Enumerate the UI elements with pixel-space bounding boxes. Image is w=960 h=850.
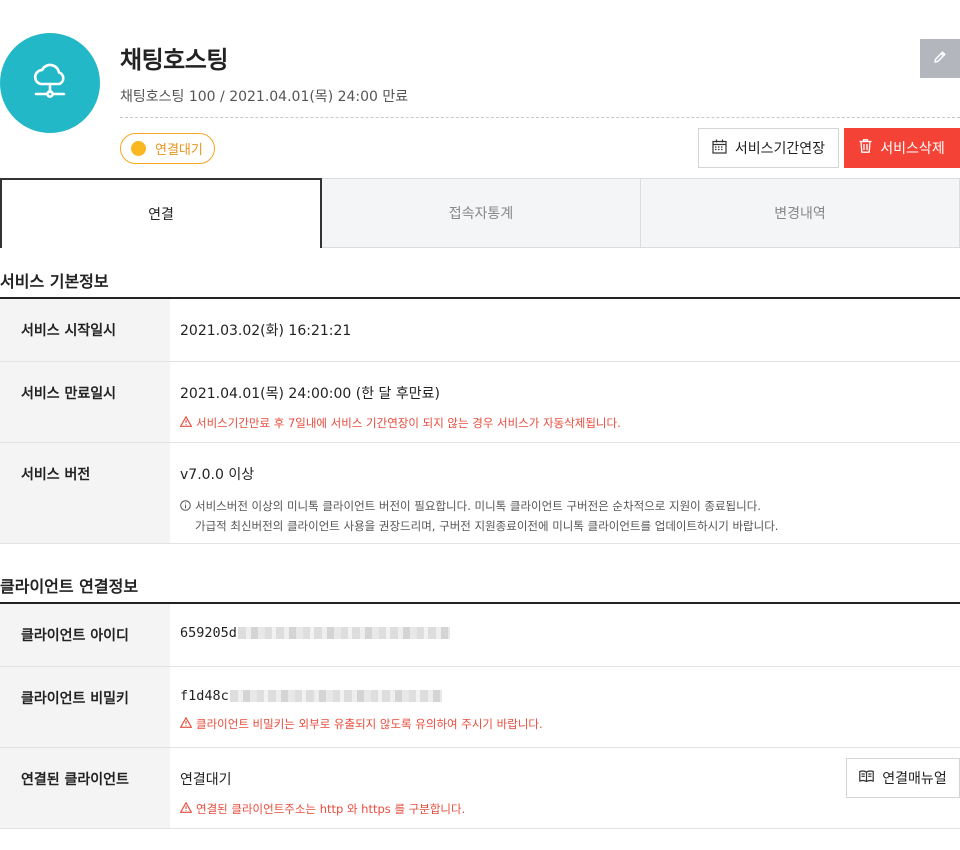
expiry-value: 2021.04.01(목) 24:00:00 (한 달 후만료) [180, 386, 440, 402]
tab-change-history[interactable]: 변경내역 [641, 178, 960, 248]
pencil-icon [933, 49, 947, 68]
status-label: 연결대기 [155, 143, 203, 158]
connected-client-value: 연결대기 [180, 772, 232, 788]
basic-info-table: 서비스 시작일시 2021.03.02(화) 16:21:21 서비스 만료일시… [0, 297, 960, 544]
warning-message: 클라이언트 비밀키는 외부로 유출되지 않도록 유의하여 주시기 바랍니다. [179, 716, 960, 732]
info-text-line2: 가급적 최신버전의 클라이언트 사용을 권장드리며, 구버전 지원종료이전에 미… [195, 519, 779, 533]
delete-service-label: 서비스삭제 [880, 141, 945, 157]
row-label: 서비스 만료일시 [0, 362, 170, 442]
row-value: 659205d [170, 604, 960, 666]
row-label: 서비스 시작일시 [0, 299, 170, 361]
client-secret-value: f1d48c [180, 688, 229, 704]
cloud-network-icon [28, 59, 72, 107]
row-value: 2021.04.01(목) 24:00:00 (한 달 후만료) 서비스기간만료… [170, 362, 960, 442]
client-info-table: 클라이언트 아이디 659205d 클라이언트 비밀키 f1d48c 클라이언트… [0, 602, 960, 829]
delete-service-button[interactable]: 서비스삭제 [844, 128, 960, 168]
warning-text: 클라이언트 비밀키는 외부로 유출되지 않도록 유의하여 주시기 바랍니다. [196, 717, 543, 731]
header-divider [120, 117, 960, 118]
table-row: 서비스 시작일시 2021.03.02(화) 16:21:21 [0, 299, 960, 362]
table-row: 클라이언트 비밀키 f1d48c 클라이언트 비밀키는 외부로 유출되지 않도록… [0, 667, 960, 748]
tab-bar: 연결 접속자통계 변경내역 [0, 178, 960, 248]
row-label: 클라이언트 아이디 [0, 604, 170, 666]
extend-service-label: 서비스기간연장 [734, 141, 826, 157]
table-row: 서비스 만료일시 2021.04.01(목) 24:00:00 (한 달 후만료… [0, 362, 960, 443]
row-value: 연결대기 연결된 클라이언트주소는 http 와 https 를 구분합니다. … [170, 748, 960, 828]
service-subtitle: 채팅호스팅 100 / 2021.04.01(목) 24:00 만료 [120, 89, 409, 105]
status-dot-icon [131, 141, 146, 156]
table-row: 서비스 버전 v7.0.0 이상 서비스버전 이상의 미니톡 클라이언트 버전이… [0, 443, 960, 544]
redacted-blur [229, 690, 442, 702]
row-label: 클라이언트 비밀키 [0, 667, 170, 747]
table-row: 연결된 클라이언트 연결대기 연결된 클라이언트주소는 http 와 https… [0, 748, 960, 829]
warning-text: 서비스기간만료 후 7일내에 서비스 기간연장이 되지 않는 경우 서비스가 자… [196, 416, 621, 430]
tab-connection[interactable]: 연결 [0, 178, 322, 248]
connection-manual-button[interactable]: 연결매뉴얼 [846, 758, 960, 798]
info-icon [180, 496, 195, 536]
info-text-line1: 서비스버전 이상의 미니톡 클라이언트 버전이 필요합니다. 미니톡 클라이언트… [195, 499, 761, 513]
redacted-blur [237, 627, 450, 639]
status-badge: 연결대기 [120, 133, 215, 164]
warning-text: 연결된 클라이언트주소는 http 와 https 를 구분합니다. [196, 802, 466, 816]
basic-info-title: 서비스 기본정보 [0, 272, 109, 291]
warning-message: 서비스기간만료 후 7일내에 서비스 기간연장이 되지 않는 경우 서비스가 자… [179, 415, 960, 431]
book-icon [859, 770, 882, 786]
version-value: v7.0.0 이상 [180, 467, 255, 483]
warning-message: 연결된 클라이언트주소는 http 와 https 를 구분합니다. [179, 801, 960, 817]
trash-icon [859, 139, 880, 157]
row-value: v7.0.0 이상 서비스버전 이상의 미니톡 클라이언트 버전이 필요합니다.… [170, 443, 960, 543]
tab-visitor-stats[interactable]: 접속자통계 [322, 178, 641, 248]
row-label: 서비스 버전 [0, 443, 170, 543]
edit-button[interactable] [920, 39, 960, 78]
connection-manual-label: 연결매뉴얼 [882, 771, 947, 787]
info-message: 서비스버전 이상의 미니톡 클라이언트 버전이 필요합니다. 미니톡 클라이언트… [180, 496, 960, 536]
calendar-icon [712, 139, 735, 158]
row-label: 연결된 클라이언트 [0, 748, 170, 828]
row-value: 2021.03.02(화) 16:21:21 [180, 323, 352, 339]
table-row: 클라이언트 아이디 659205d [0, 604, 960, 667]
service-title: 채팅호스팅 [120, 46, 228, 74]
service-header: 채팅호스팅 채팅호스팅 100 / 2021.04.01(목) 24:00 만료… [0, 0, 960, 178]
warning-icon [179, 801, 196, 816]
client-id-value: 659205d [180, 625, 237, 641]
client-info-title: 클라이언트 연결정보 [0, 577, 139, 596]
service-avatar [0, 33, 100, 133]
extend-service-button[interactable]: 서비스기간연장 [698, 128, 839, 168]
warning-icon [179, 415, 196, 430]
warning-icon [179, 716, 196, 731]
row-value: f1d48c 클라이언트 비밀키는 외부로 유출되지 않도록 유의하여 주시기 … [170, 667, 960, 747]
